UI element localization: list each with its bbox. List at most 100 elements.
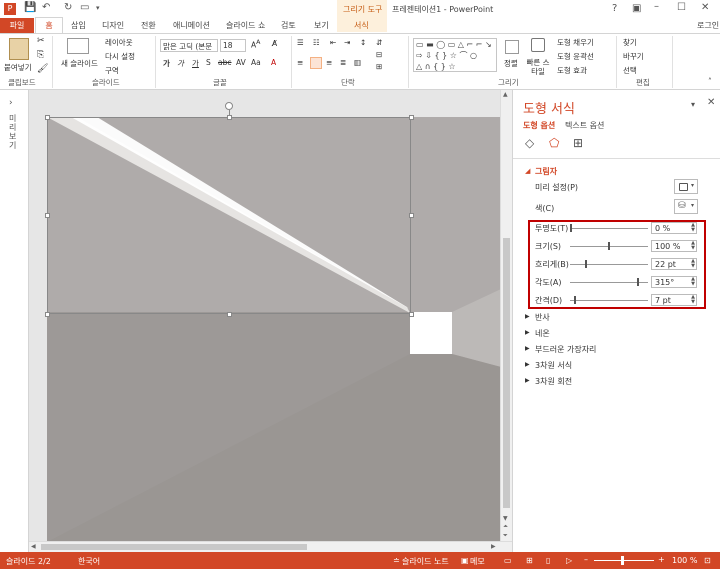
zoom-out-icon[interactable]: – (584, 555, 588, 564)
scroll-down-icon[interactable]: ▼ (503, 515, 508, 522)
justify-icon[interactable]: ≣ (340, 58, 346, 67)
vertical-scroll-thumb[interactable] (503, 238, 510, 508)
tab-text-options[interactable]: 텍스트 옵션 (565, 120, 604, 131)
language-indicator[interactable]: 한국어 (78, 556, 100, 567)
rotate-handle[interactable] (225, 102, 233, 110)
quick-styles-button[interactable]: 빠른 스타일 (525, 58, 551, 76)
resize-handle-nw[interactable] (45, 115, 50, 120)
size-properties-icon[interactable]: ⊞ (573, 136, 583, 150)
scroll-left-icon[interactable]: ◀ (31, 543, 36, 550)
cut-icon[interactable]: ✂ (37, 36, 45, 46)
zoom-in-icon[interactable]: + (658, 555, 665, 564)
horizontal-scroll-thumb[interactable] (41, 544, 307, 550)
resize-handle-se[interactable] (409, 312, 414, 317)
resize-handle-ne[interactable] (409, 115, 414, 120)
change-case-icon[interactable]: Aa (251, 58, 261, 67)
underline-icon[interactable]: 가 (192, 58, 199, 69)
expand-rail-icon[interactable]: › (9, 98, 13, 108)
pane-options-icon[interactable]: ▾ (691, 100, 695, 109)
comments-button[interactable]: 메모 (470, 556, 485, 567)
align-left-icon[interactable]: ≡ (297, 58, 303, 67)
section-expand-icon[interactable]: ▶ (525, 329, 530, 336)
section-header[interactable]: 반사 (535, 312, 550, 323)
section-expand-icon[interactable]: ▶ (525, 361, 530, 368)
section-header[interactable]: 네온 (535, 328, 550, 339)
paste-icon[interactable] (9, 38, 29, 60)
slideshow-start-icon[interactable]: ▭ (80, 2, 89, 13)
spinner-arrows-icon[interactable]: ▲ ▼ (691, 277, 695, 287)
close-icon[interactable]: ✕ (701, 2, 709, 13)
spinner-arrows-icon[interactable]: ▲ ▼ (691, 295, 695, 305)
reading-view-icon[interactable]: ▯ (546, 556, 550, 565)
shape-fill-button[interactable]: 도형 채우기 (557, 37, 594, 48)
shadow-param-slider-thumb[interactable] (636, 278, 639, 286)
shadow-param-slider-thumb[interactable] (585, 260, 588, 268)
shape-selection-frame[interactable] (47, 117, 411, 314)
shadow-param-slider-thumb[interactable] (573, 296, 576, 304)
undo-icon[interactable]: ↶ (42, 2, 50, 13)
resize-handle-w[interactable] (45, 213, 50, 218)
tab-format[interactable]: 서식 (354, 20, 369, 31)
color-dropdown[interactable]: ⛁ ▾ (674, 199, 698, 214)
font-size-combo[interactable]: 18 (220, 39, 246, 52)
align-text-icon[interactable]: ⊟ (376, 50, 382, 59)
normal-view-icon[interactable]: ▭ (504, 556, 512, 565)
columns-icon[interactable]: ▥ (354, 58, 361, 67)
smartart-icon[interactable]: ⊞ (376, 62, 382, 71)
format-painter-icon[interactable]: 🖌 (37, 64, 48, 74)
arrange-icon[interactable] (505, 40, 519, 54)
tab-view[interactable]: 보기 (314, 20, 329, 31)
paste-button[interactable]: 붙여넣기 (4, 62, 32, 73)
pane-close-icon[interactable]: ✕ (707, 97, 715, 108)
increase-indent-icon[interactable]: ⇥ (344, 38, 350, 47)
slide-sorter-icon[interactable]: ⊞ (526, 556, 533, 565)
tab-animations[interactable]: 애니메이션 (173, 20, 210, 31)
shadow-param-slider-thumb[interactable] (608, 242, 610, 250)
italic-icon[interactable]: 가 (177, 58, 184, 69)
new-slide-icon[interactable] (67, 38, 89, 54)
zoom-level[interactable]: 100 % (672, 556, 697, 565)
shape-effects-button[interactable]: 도형 효과 (557, 65, 587, 76)
shadow-param-spinner[interactable]: 100 % ▲ ▼ (651, 240, 697, 252)
shadow-param-spinner[interactable]: 0 % ▲ ▼ (651, 222, 697, 234)
vertical-scrollbar[interactable]: ▲ ▼ ⏶ ⏷ (500, 90, 512, 541)
shadow-param-slider[interactable] (570, 300, 648, 301)
numbering-icon[interactable]: ☷ (313, 38, 320, 47)
shadow-param-slider[interactable] (570, 228, 648, 229)
prev-slide-icon[interactable]: ⏶ (503, 523, 508, 531)
section-header[interactable]: 3차원 서식 (535, 360, 572, 371)
spinner-arrows-icon[interactable]: ▲ ▼ (691, 223, 695, 233)
tab-home[interactable]: 홈 (35, 17, 63, 34)
maximize-icon[interactable]: ☐ (677, 2, 686, 13)
section-expand-icon[interactable]: ▶ (525, 377, 530, 384)
shapes-gallery[interactable]: ▭ ▬ ◯ ▭ △ ⌐ ⌐ ↘ ⇨ ⇩ { } ☆ ⌒ ○ △ ∩ { } ☆ (413, 38, 497, 72)
horizontal-scrollbar[interactable]: ◀ ▶ (29, 541, 512, 552)
resize-handle-s[interactable] (227, 312, 232, 317)
reset-button[interactable]: 다시 설정 (105, 51, 135, 62)
tab-file[interactable]: 파일 (0, 18, 34, 33)
bullets-icon[interactable]: ☰ (297, 38, 304, 47)
shadow-header[interactable]: 그림자 (535, 166, 557, 177)
fill-line-icon[interactable]: ◇ (525, 136, 534, 150)
font-color-icon[interactable]: A (271, 58, 276, 67)
align-center-icon[interactable] (310, 57, 322, 69)
tab-shape-options[interactable]: 도형 옵션 (523, 120, 555, 131)
minimize-icon[interactable]: – (654, 1, 659, 12)
fit-slide-icon[interactable]: ⊡ (704, 556, 711, 565)
spinner-arrows-icon[interactable]: ▲ ▼ (691, 241, 695, 251)
font-grow-icon[interactable]: AA (251, 39, 260, 50)
bold-icon[interactable]: 가 (163, 58, 170, 69)
zoom-slider-thumb[interactable] (621, 556, 624, 565)
resize-handle-e[interactable] (409, 213, 414, 218)
line-spacing-icon[interactable]: ↕ (360, 38, 366, 47)
text-direction-icon[interactable]: ⇵ (376, 38, 382, 47)
help-icon[interactable]: ? (612, 3, 617, 14)
clear-format-icon[interactable]: A̸ (272, 39, 277, 48)
copy-icon[interactable]: ⎘ (37, 50, 44, 60)
shadow-param-slider[interactable] (570, 264, 648, 265)
section-header[interactable]: 3차원 회전 (535, 376, 572, 387)
shadow-param-spinner[interactable]: 315° ▲ ▼ (651, 276, 697, 288)
notes-icon[interactable]: ≐ (393, 556, 400, 565)
section-expand-icon[interactable]: ▶ (525, 313, 530, 320)
scroll-right-icon[interactable]: ▶ (491, 543, 496, 550)
